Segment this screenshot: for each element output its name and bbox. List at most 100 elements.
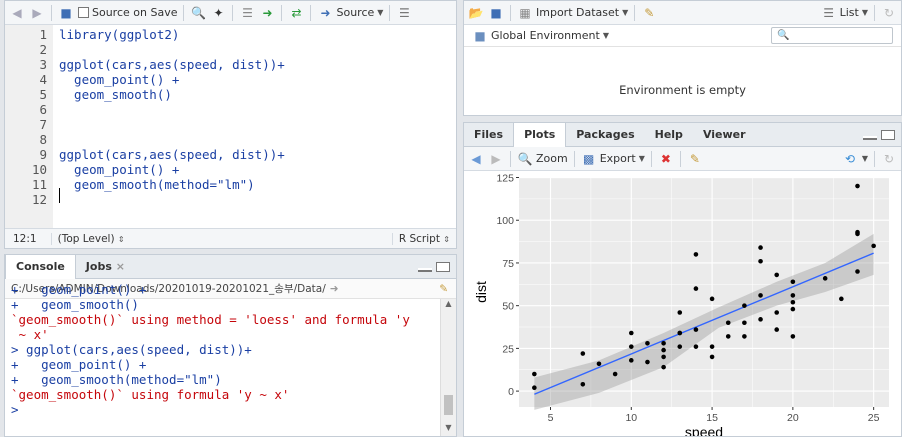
toolbar-separator xyxy=(51,4,52,21)
data-point xyxy=(628,344,634,349)
code-line[interactable]: library(ggplot2) xyxy=(59,27,456,42)
filetype-selector[interactable]: R Script ⇕ xyxy=(391,232,456,245)
run-icon[interactable]: ➜ xyxy=(259,5,275,21)
forward-arrow-icon[interactable]: ▶ xyxy=(29,5,45,21)
line-number: 8 xyxy=(39,132,47,147)
data-point xyxy=(693,327,699,332)
source-on-save-checkbox[interactable]: Source on Save xyxy=(78,6,177,19)
data-point xyxy=(742,334,747,339)
maximize-icon[interactable] xyxy=(436,261,450,272)
list-view-button[interactable]: ☰ List ▼ xyxy=(821,5,868,21)
tab-console[interactable]: Console xyxy=(5,255,76,279)
code-area[interactable]: library(ggplot2) ggplot(cars,aes(speed, d… xyxy=(59,25,456,230)
code-line[interactable] xyxy=(59,132,456,147)
open-folder-icon[interactable]: 📂 xyxy=(468,5,484,21)
data-point xyxy=(774,327,780,332)
scroll-down-icon[interactable]: ▼ xyxy=(441,423,456,432)
toolbar-separator xyxy=(874,4,875,21)
broom-icon[interactable]: ✎ xyxy=(641,5,657,21)
search-input[interactable]: 🔍 xyxy=(771,27,893,44)
code-line[interactable] xyxy=(59,102,456,117)
data-point xyxy=(709,296,715,302)
publish-icon[interactable]: ⟲ xyxy=(842,151,858,167)
source-on-save-label: Source on Save xyxy=(92,6,178,19)
scope-selector[interactable]: (Top Level) ⇕ xyxy=(52,233,125,245)
chevron-down-icon: ▼ xyxy=(622,8,629,17)
code-line[interactable]: geom_smooth(method="lm") xyxy=(59,177,456,192)
code-line[interactable]: ggplot(cars,aes(speed, dist))+ xyxy=(59,57,456,72)
line-number: 5 xyxy=(39,87,47,102)
scrollbar-thumb[interactable] xyxy=(444,395,453,415)
data-point xyxy=(790,279,796,285)
editor-toolbar: ◀ ▶ ■ Source on Save 🔍 ✦ ☰ ➜ ⇄ ➜ Source ▼ … xyxy=(5,1,456,25)
compile-report-icon[interactable]: ☰ xyxy=(239,5,255,21)
code-line[interactable]: geom_point() + xyxy=(59,72,456,87)
forward-arrow-icon[interactable]: ▶ xyxy=(488,151,504,167)
rerun-icon[interactable]: ⇄ xyxy=(288,5,304,21)
maximize-icon[interactable] xyxy=(881,129,895,140)
zoom-icon: 🔍 xyxy=(517,151,533,166)
tab-help[interactable]: Help xyxy=(645,123,693,147)
broom-icon[interactable]: ✎ xyxy=(687,151,703,167)
code-line[interactable] xyxy=(59,192,456,207)
console-input-line: + geom_point() + xyxy=(11,282,147,297)
export-button[interactable]: ▩ Export ▼ xyxy=(581,151,645,167)
updown-icon: ⇕ xyxy=(443,234,450,244)
code-line[interactable]: ggplot(cars,aes(speed, dist))+ xyxy=(59,147,456,162)
minimize-icon[interactable] xyxy=(863,135,877,140)
global-environment-label: Global Environment xyxy=(491,29,600,42)
document-outline-icon[interactable]: ☰ xyxy=(396,5,412,21)
close-icon[interactable]: × xyxy=(116,260,125,273)
data-point xyxy=(661,347,666,353)
toolbar-separator xyxy=(510,150,511,167)
clear-console-icon[interactable]: ✎ xyxy=(439,279,448,298)
refresh-icon[interactable]: ↻ xyxy=(881,151,897,167)
tab-files[interactable]: Files xyxy=(464,123,513,147)
save-icon[interactable]: ■ xyxy=(58,5,74,21)
data-point xyxy=(661,340,666,346)
tab-plots[interactable]: Plots xyxy=(513,123,567,147)
remove-plot-icon[interactable]: ✖ xyxy=(658,151,674,167)
scroll-up-icon[interactable]: ▲ xyxy=(441,299,456,308)
console-scrollbar[interactable]: ▲ ▼ xyxy=(440,299,456,436)
chevron-down-icon[interactable]: ▼ xyxy=(862,154,868,163)
tab-packages[interactable]: Packages xyxy=(566,123,644,147)
line-number: 11 xyxy=(31,177,47,192)
data-point xyxy=(871,243,876,249)
search-icon[interactable]: 🔍 xyxy=(190,5,206,21)
data-point xyxy=(839,296,844,302)
back-arrow-icon[interactable]: ◀ xyxy=(468,151,484,167)
toolbar-separator xyxy=(183,4,185,21)
line-number: 12 xyxy=(31,192,47,207)
import-dataset-label: Import Dataset xyxy=(536,6,620,19)
y-tick-label: 125 xyxy=(496,173,514,185)
updown-icon: ⇕ xyxy=(117,234,125,244)
save-icon[interactable]: ■ xyxy=(488,5,504,21)
data-point xyxy=(580,351,586,356)
tab-jobs[interactable]: Jobs × xyxy=(76,255,135,279)
code-line[interactable] xyxy=(59,117,456,132)
y-tick-label: 25 xyxy=(502,343,514,355)
code-line[interactable] xyxy=(59,42,456,57)
source-button[interactable]: ➜ Source ▼ xyxy=(317,5,383,21)
environment-subbar: ■ Global Environment ▼ 🔍 xyxy=(464,25,901,47)
console-output[interactable]: + geom_point() + + geom_smooth() `geom_smo… xyxy=(11,282,438,436)
magic-wand-icon[interactable]: ✦ xyxy=(210,5,226,21)
chevron-down-icon: ▼ xyxy=(602,31,609,40)
back-arrow-icon[interactable]: ◀ xyxy=(9,5,25,21)
x-tick-label: 10 xyxy=(625,412,637,424)
environment-selector[interactable]: ■ Global Environment ▼ xyxy=(472,28,609,44)
code-line[interactable]: geom_smooth() xyxy=(59,87,456,102)
zoom-button[interactable]: 🔍 Zoom xyxy=(517,151,568,167)
toolbar-separator xyxy=(573,150,575,167)
refresh-icon[interactable]: ↻ xyxy=(881,5,897,21)
import-dataset-button[interactable]: ▦ Import Dataset ▼ xyxy=(517,5,628,21)
tab-viewer[interactable]: Viewer xyxy=(693,123,756,147)
chevron-down-icon: ▼ xyxy=(638,154,645,163)
data-point xyxy=(709,344,715,349)
code-line[interactable]: geom_point() + xyxy=(59,162,456,177)
data-point xyxy=(693,286,699,291)
scatter-plot: 5 10 15 20 25 0 25 50 75 100 125 speed dist xyxy=(464,171,901,436)
data-point xyxy=(790,293,796,298)
minimize-icon[interactable] xyxy=(418,267,432,272)
